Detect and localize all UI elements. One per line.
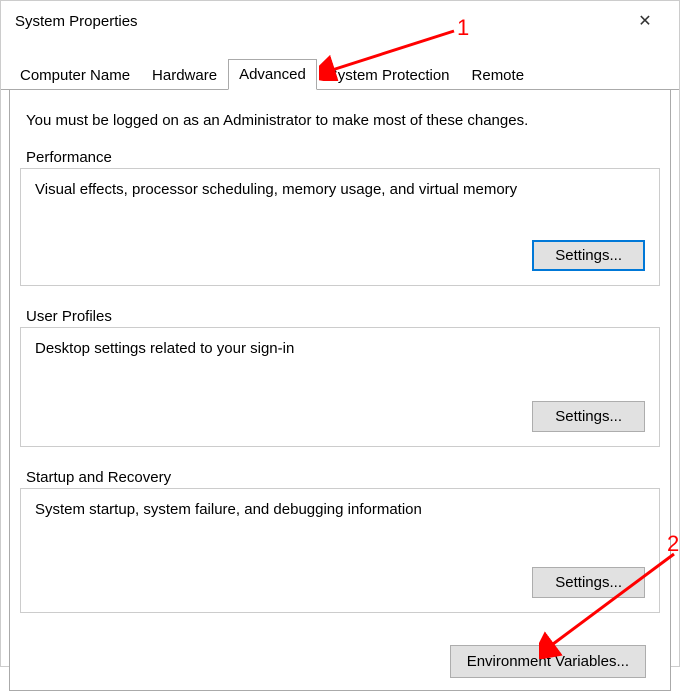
tabs-bar: Computer Name Hardware Advanced System P… <box>1 59 679 90</box>
user-profiles-group: Desktop settings related to your sign-in… <box>20 327 660 447</box>
annotation-number-1: 1 <box>457 15 469 41</box>
titlebar: System Properties ✕ <box>1 1 679 41</box>
startup-desc: System startup, system failure, and debu… <box>35 501 645 518</box>
user-profiles-group-label: User Profiles <box>20 308 660 327</box>
startup-group-label: Startup and Recovery <box>20 469 660 488</box>
performance-desc: Visual effects, processor scheduling, me… <box>35 181 645 198</box>
tab-system-protection[interactable]: System Protection <box>317 60 461 90</box>
performance-settings-button[interactable]: Settings... <box>532 240 645 271</box>
startup-group: System startup, system failure, and debu… <box>20 488 660 613</box>
performance-group-label: Performance <box>20 149 660 168</box>
startup-settings-button[interactable]: Settings... <box>532 567 645 598</box>
tab-remote[interactable]: Remote <box>461 60 536 90</box>
annotation-number-2: 2 <box>667 531 679 557</box>
performance-group: Visual effects, processor scheduling, me… <box>20 168 660 286</box>
tab-content: You must be logged on as an Administrato… <box>9 90 671 691</box>
user-profiles-desc: Desktop settings related to your sign-in <box>35 340 645 357</box>
env-button-row: Environment Variables... <box>20 635 660 678</box>
environment-variables-button[interactable]: Environment Variables... <box>450 645 646 678</box>
close-icon[interactable]: ✕ <box>625 6 665 36</box>
tab-advanced[interactable]: Advanced <box>228 59 317 90</box>
tab-computer-name[interactable]: Computer Name <box>9 60 141 90</box>
tab-hardware[interactable]: Hardware <box>141 60 228 90</box>
window-title: System Properties <box>15 13 138 30</box>
admin-notice: You must be logged on as an Administrato… <box>20 102 660 149</box>
user-profiles-settings-button[interactable]: Settings... <box>532 401 645 432</box>
system-properties-window: System Properties ✕ Computer Name Hardwa… <box>0 0 680 667</box>
